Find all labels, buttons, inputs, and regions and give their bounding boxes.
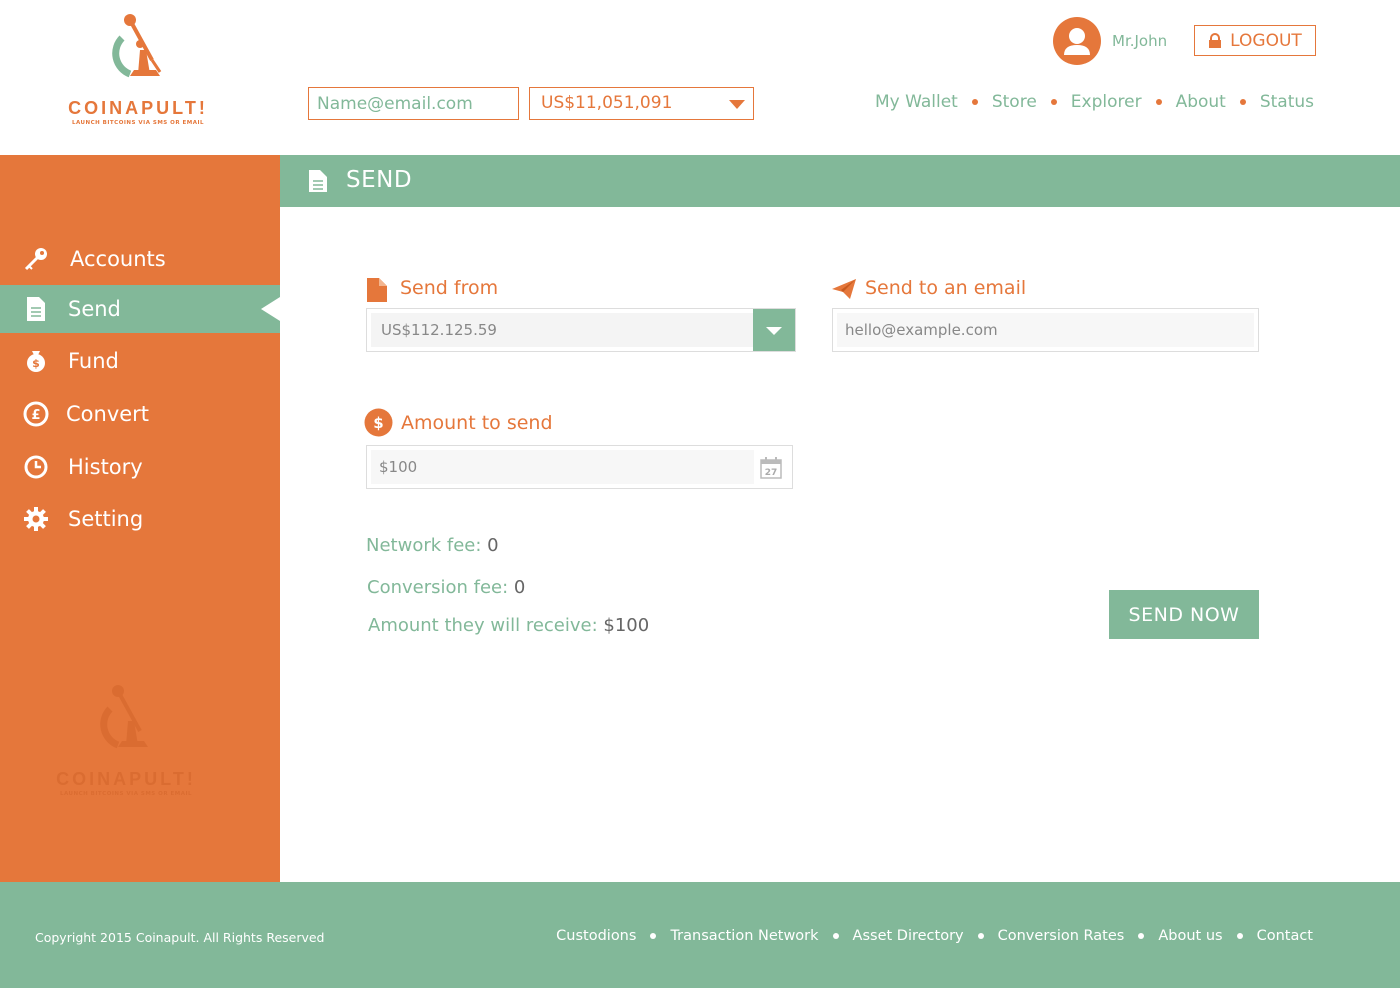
calendar-day: 27 xyxy=(765,468,778,478)
header: COINAPULT! LAUNCH BITCOINS VIA SMS OR EM… xyxy=(0,0,1400,155)
network-fee-value: 0 xyxy=(487,535,499,556)
sidebar-item-label: History xyxy=(68,455,143,479)
sidebar-item-fund[interactable]: $ Fund xyxy=(0,337,280,385)
svg-text:£: £ xyxy=(31,408,40,423)
dollar-icon: $ xyxy=(364,408,393,441)
page-title-bar: SEND xyxy=(280,155,1400,207)
sidebar-item-convert[interactable]: £ Convert xyxy=(0,390,280,438)
sidebar-watermark-logo: COINAPULT! LAUNCH BITCOINS VIA SMS OR EM… xyxy=(48,683,208,803)
nav-status[interactable]: Status xyxy=(1260,92,1314,112)
footer-link-conversion-rates[interactable]: Conversion Rates xyxy=(998,928,1125,944)
logout-button[interactable]: LOGOUT xyxy=(1194,25,1316,56)
document-icon xyxy=(366,278,388,306)
amount-label: Amount to send xyxy=(401,412,553,434)
main-nav: My Wallet Store Explorer About Status xyxy=(875,92,1314,112)
sidebar-item-label: Setting xyxy=(68,507,144,531)
nav-my-wallet[interactable]: My Wallet xyxy=(875,92,958,112)
send-from-select[interactable]: US$112.125.59 xyxy=(366,308,796,352)
logo-tagline: LAUNCH BITCOINS VIA SMS OR EMAIL xyxy=(71,120,205,126)
catapult-logo-icon xyxy=(112,14,162,78)
lock-icon xyxy=(1209,33,1222,48)
gear-icon xyxy=(22,505,50,533)
sidebar-item-label: Accounts xyxy=(70,247,166,271)
logout-label: LOGOUT xyxy=(1230,30,1302,51)
svg-text:$: $ xyxy=(32,357,40,370)
calendar-icon[interactable]: 27 xyxy=(760,457,782,483)
sidebar-item-accounts[interactable]: Accounts xyxy=(0,235,280,283)
document-icon xyxy=(22,295,50,323)
send-to-email-field[interactable] xyxy=(832,308,1259,352)
logo-wordmark: COINAPULT! xyxy=(56,769,196,789)
nav-explorer[interactable]: Explorer xyxy=(1071,92,1142,112)
sidebar-item-setting[interactable]: Setting xyxy=(0,495,280,543)
footer-nav: Custodions Transaction Network Asset Dir… xyxy=(556,928,1313,944)
page-title: SEND xyxy=(346,167,413,193)
paper-plane-icon xyxy=(832,279,856,303)
network-fee: Network fee: 0 xyxy=(366,535,499,556)
footer-link-contact[interactable]: Contact xyxy=(1257,928,1313,944)
svg-text:$: $ xyxy=(373,414,383,432)
sidebar-item-label: Send xyxy=(68,297,121,321)
sidebar-item-label: Fund xyxy=(68,349,119,373)
chevron-down-icon xyxy=(729,100,745,109)
amount-input[interactable] xyxy=(371,450,754,484)
footer-separator xyxy=(1138,933,1145,939)
footer: Copyright 2015 Coinapult. All Rights Res… xyxy=(0,882,1400,988)
footer-link-transaction-network[interactable]: Transaction Network xyxy=(670,928,818,944)
nav-separator xyxy=(971,99,978,105)
conversion-fee: Conversion fee: 0 xyxy=(367,577,525,598)
amount-received-label: Amount they will receive: xyxy=(368,615,598,636)
money-bag-icon: $ xyxy=(22,347,50,375)
amount-field[interactable]: 27 xyxy=(366,445,793,489)
copyright-text: Copyright 2015 Coinapult. All Rights Res… xyxy=(35,930,325,945)
header-email-input[interactable] xyxy=(308,87,519,120)
footer-separator xyxy=(832,933,839,939)
coinapult-logo[interactable]: COINAPULT! LAUNCH BITCOINS VIA SMS OR EM… xyxy=(60,12,220,132)
sidebar-item-send[interactable]: Send xyxy=(0,285,280,333)
logo-wordmark: COINAPULT! xyxy=(68,98,208,118)
chevron-down-icon[interactable] xyxy=(753,309,795,351)
sidebar-item-history[interactable]: History xyxy=(0,443,280,491)
amount-received: Amount they will receive: $100 xyxy=(368,615,649,636)
balance-value: US$11,051,091 xyxy=(541,93,673,113)
footer-separator xyxy=(1236,933,1243,939)
amount-received-value: $100 xyxy=(603,615,650,636)
clock-icon xyxy=(22,453,50,481)
footer-link-custodions[interactable]: Custodions xyxy=(556,928,636,944)
user-avatar[interactable] xyxy=(1053,17,1101,65)
conversion-fee-label: Conversion fee: xyxy=(367,577,509,598)
send-to-email-input[interactable] xyxy=(837,313,1254,347)
nav-about[interactable]: About xyxy=(1176,92,1226,112)
nav-separator xyxy=(1155,99,1162,105)
network-fee-label: Network fee: xyxy=(366,535,482,556)
send-now-button[interactable]: SEND NOW xyxy=(1109,590,1259,639)
send-from-label: Send from xyxy=(400,277,499,299)
sidebar-item-label: Convert xyxy=(66,402,150,426)
footer-separator xyxy=(977,933,984,939)
send-from-value: US$112.125.59 xyxy=(371,313,753,347)
conversion-fee-value: 0 xyxy=(513,577,526,598)
footer-link-asset-directory[interactable]: Asset Directory xyxy=(853,928,964,944)
logo-tagline: LAUNCH BITCOINS VIA SMS OR EMAIL xyxy=(59,791,193,797)
user-icon xyxy=(1064,28,1090,55)
key-icon xyxy=(22,245,50,273)
currency-exchange-icon: £ xyxy=(22,400,50,428)
send-to-label: Send to an email xyxy=(865,277,1027,299)
footer-link-about-us[interactable]: About us xyxy=(1158,928,1222,944)
username[interactable]: Mr.John xyxy=(1112,32,1167,50)
catapult-logo-icon xyxy=(100,685,148,749)
document-icon xyxy=(308,169,328,197)
balance-select[interactable]: US$11,051,091 xyxy=(529,87,754,120)
sidebar: Accounts Send $ Fund £ Convert History S… xyxy=(0,155,280,882)
nav-store[interactable]: Store xyxy=(992,92,1037,112)
footer-separator xyxy=(650,933,657,939)
nav-separator xyxy=(1239,99,1246,105)
nav-separator xyxy=(1050,99,1057,105)
